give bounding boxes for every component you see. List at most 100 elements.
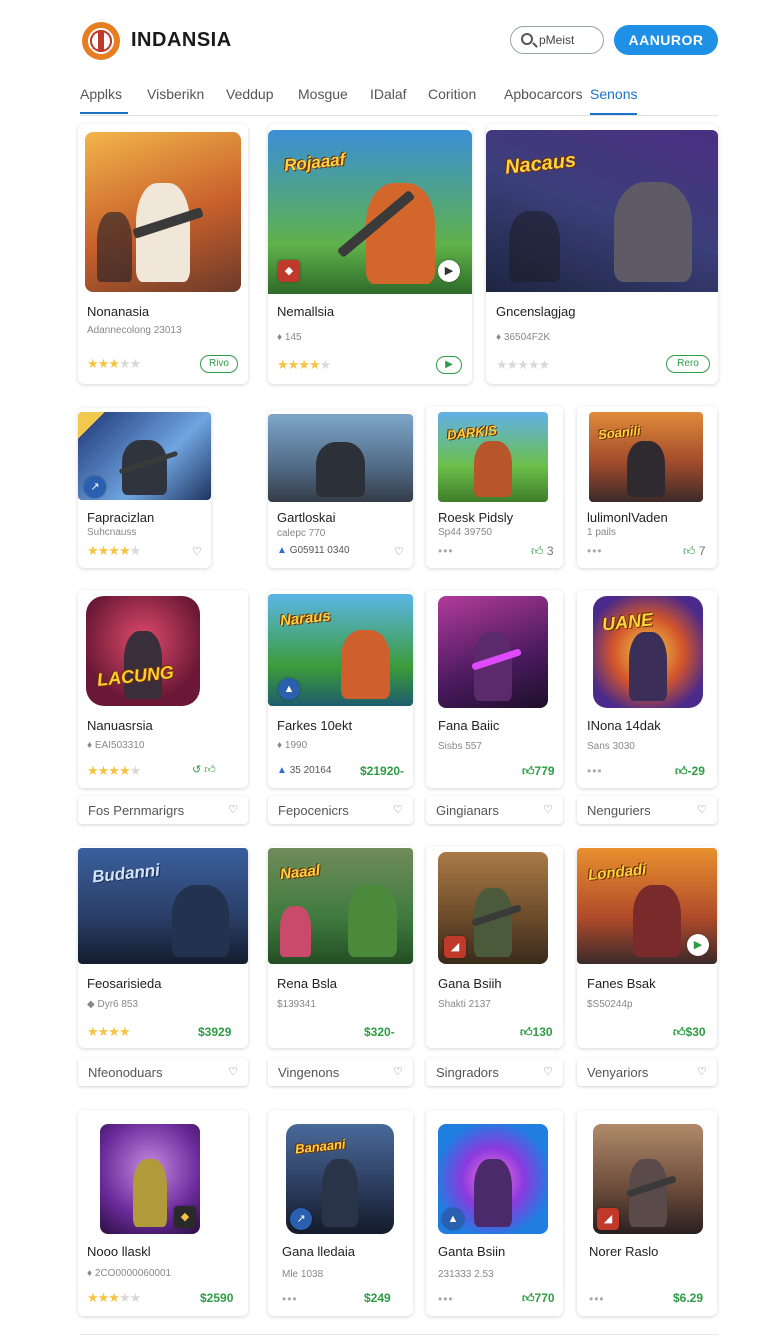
price-label[interactable]: 👍︎770 xyxy=(522,1291,555,1306)
more-dots: ••• xyxy=(438,544,454,558)
app-subtitle: Sans 3030 xyxy=(587,741,635,752)
app-title: Gartloskai xyxy=(277,510,336,525)
app-thumbnail: Budanni xyxy=(78,848,248,964)
app-card[interactable]: Soanili lulimonlVaden 1 pails ••• 👍︎ 7 xyxy=(577,406,717,568)
app-thumbnail: Naaal xyxy=(268,848,413,964)
price-label[interactable]: $3929 xyxy=(198,1025,231,1039)
brand-logo[interactable] xyxy=(82,22,120,60)
price-label[interactable]: 👍︎779 xyxy=(522,764,555,779)
favorite-icon[interactable]: ♡ xyxy=(192,545,202,558)
app-card[interactable]: Fana Baiic Sisbs 557 👍︎779 xyxy=(426,590,563,788)
app-thumbnail: UANE xyxy=(593,596,703,708)
category-chip[interactable]: Nfeonoduars ♡ xyxy=(78,1058,248,1086)
price-label[interactable]: $2590 xyxy=(200,1291,233,1305)
app-card[interactable]: Londadi ▶ Fanes Bsak $S50244p 👍︎$30 xyxy=(577,846,717,1048)
app-subtitle: Adannecolong 23013 xyxy=(87,325,182,336)
genre-icon: ▲ xyxy=(442,1208,464,1230)
app-title: Gana Bsiih xyxy=(438,976,502,991)
chip-label: Nenguriers xyxy=(587,803,651,818)
app-thumbnail: Nacaus xyxy=(486,130,718,292)
heart-icon: ♡ xyxy=(697,1066,707,1078)
app-title: INona 14dak xyxy=(587,718,661,733)
app-card[interactable]: ◢ Norer Raslo ••• $6.29 xyxy=(577,1110,717,1316)
like-count[interactable]: 👍︎ 7 xyxy=(683,544,706,559)
more-dots: ••• xyxy=(438,1292,454,1306)
app-thumbnail xyxy=(85,132,241,292)
status-pill[interactable]: Rero xyxy=(666,355,710,373)
app-card[interactable]: ◢ Gana Bsiih Shakti 2137 👍︎130 xyxy=(426,846,563,1048)
app-subtitle: ♦ 2CO0000060001 xyxy=(87,1268,172,1279)
tab-applks[interactable]: Applks xyxy=(80,86,122,115)
like-icon[interactable]: ↺ 👍︎ xyxy=(192,763,216,776)
app-title: Norer Raslo xyxy=(589,1244,659,1259)
genre-icon: ◆ xyxy=(174,1206,196,1228)
app-card[interactable]: Nonanasia Adannecolong 23013 ★★★★★ Rivo xyxy=(78,124,248,384)
genre-icon: ↗ xyxy=(84,476,106,498)
rating-stars: ★★★★★ xyxy=(87,1290,141,1305)
heart-icon: ♡ xyxy=(228,1066,238,1078)
chip-label: Nfeonoduars xyxy=(88,1065,163,1080)
rating-stars: ★★★★★ xyxy=(87,543,141,558)
tab-corition[interactable]: Corition xyxy=(428,86,476,115)
app-card[interactable]: Gartloskai calepc 770 ▲ G05911 0340 ♡ xyxy=(268,410,413,568)
app-card[interactable]: Naraus ▲ Farkes 10ekt ♦ 1990 ▲ 35 20164 … xyxy=(268,590,413,788)
app-card[interactable]: Nacaus Gncenslagjag ♦ 36504F2K ★★★★★ Rer… xyxy=(486,124,718,384)
category-chip[interactable]: Fos Pernmarigrs ♡ xyxy=(78,796,248,824)
price-label[interactable]: 👍︎130 xyxy=(520,1025,553,1040)
heart-icon: ♡ xyxy=(228,804,238,816)
tab-senons[interactable]: Senons xyxy=(590,86,638,115)
tab-idalaf[interactable]: IDalaf xyxy=(370,86,407,115)
tab-apbocarcors[interactable]: Apbocarcors xyxy=(504,86,583,115)
app-subtitle: calepc 770 xyxy=(277,528,326,539)
category-chip[interactable]: Vingenons ♡ xyxy=(268,1058,413,1086)
category-chip[interactable]: Nenguriers ♡ xyxy=(577,796,717,824)
app-thumbnail: Londadi ▶ xyxy=(577,848,717,964)
price-label[interactable]: 👍︎$30 xyxy=(673,1025,706,1040)
category-chip[interactable]: Venyariors ♡ xyxy=(577,1058,717,1086)
category-chip[interactable]: Singradors ♡ xyxy=(426,1058,563,1086)
app-title: Gana lledaia xyxy=(282,1244,355,1259)
like-count[interactable]: 👍︎ 3 xyxy=(531,544,554,559)
app-card[interactable]: ▲ Ganta Bsiin 231333 2.53 ••• 👍︎770 xyxy=(426,1110,563,1316)
app-card[interactable]: Banaani ↗ Gana lledaia Mle 1038 ••• $249 xyxy=(268,1110,413,1316)
app-card[interactable]: Rojaaaf ◆ ▶ Nemallsia ♦ 145 ★★★★★ ▶ xyxy=(268,124,472,384)
app-card[interactable]: ◆ Nooo llaskl ♦ 2CO0000060001 ★★★★★ $259… xyxy=(78,1110,248,1316)
app-subtitle: Shakti 2137 xyxy=(438,999,491,1010)
chip-label: Venyariors xyxy=(587,1065,649,1080)
category-tabs: Applks Visberikn Veddup Mosgue IDalaf Co… xyxy=(80,84,718,116)
more-dots: ••• xyxy=(587,764,603,778)
app-card[interactable]: UANE INona 14dak Sans 3030 ••• 👍︎-29 xyxy=(577,590,717,788)
header-cta-button[interactable]: AANUROR xyxy=(614,25,718,55)
app-card[interactable]: LACUNG Nanuasrsia ♦ EAI503310 ★★★★★ ↺ 👍︎ xyxy=(78,590,248,788)
price-label[interactable]: $320- xyxy=(364,1025,395,1039)
app-title: Nanuasrsia xyxy=(87,718,153,733)
price-label[interactable]: 👍︎-29 xyxy=(675,764,705,779)
price-label[interactable]: $249 xyxy=(364,1291,391,1305)
app-thumbnail: ◆ xyxy=(100,1124,200,1234)
app-card[interactable]: Budanni Feosarisieda ◆ Dyr6 853 ★★★★ $39… xyxy=(78,846,248,1048)
app-card[interactable]: DARKIS Roesk Pidsly Sp44 39750 ••• 👍︎ 3 xyxy=(426,406,563,568)
app-subtitle: ♦ 145 xyxy=(277,332,302,343)
status-pill[interactable]: Rivo xyxy=(200,355,238,373)
app-subtitle: $139341 xyxy=(277,999,316,1010)
category-chip[interactable]: Gingianars ♡ xyxy=(426,796,563,824)
app-card[interactable]: ↗ Fapracizlan Suhcnauss ★★★★★ ♡ xyxy=(78,408,211,568)
favorite-icon[interactable]: ♡ xyxy=(394,545,404,558)
price-label[interactable]: $21920- xyxy=(360,764,404,778)
play-button[interactable]: ▶ xyxy=(436,356,462,374)
search-placeholder: pMeist xyxy=(539,33,575,47)
tab-mosgue[interactable]: Mosgue xyxy=(298,86,348,115)
price-label[interactable]: $6.29 xyxy=(673,1291,703,1305)
tab-visberikn[interactable]: Visberikn xyxy=(147,86,204,115)
tab-veddup[interactable]: Veddup xyxy=(226,86,274,115)
search-input[interactable]: pMeist xyxy=(510,26,604,54)
chip-label: Vingenons xyxy=(278,1065,340,1080)
arrow-right-icon: ▶ xyxy=(687,934,709,956)
rating-stars: ★★★★★ xyxy=(87,763,141,778)
category-chip[interactable]: Fepocenicrs ♡ xyxy=(268,796,413,824)
app-subtitle: ◆ Dyr6 853 xyxy=(87,999,139,1010)
app-title: Nooo llaskl xyxy=(87,1244,151,1259)
app-card[interactable]: Naaal Rena Bsla $139341 $320- xyxy=(268,846,413,1048)
app-subtitle: ♦ 36504F2K xyxy=(496,332,551,343)
more-dots: ••• xyxy=(589,1292,605,1306)
